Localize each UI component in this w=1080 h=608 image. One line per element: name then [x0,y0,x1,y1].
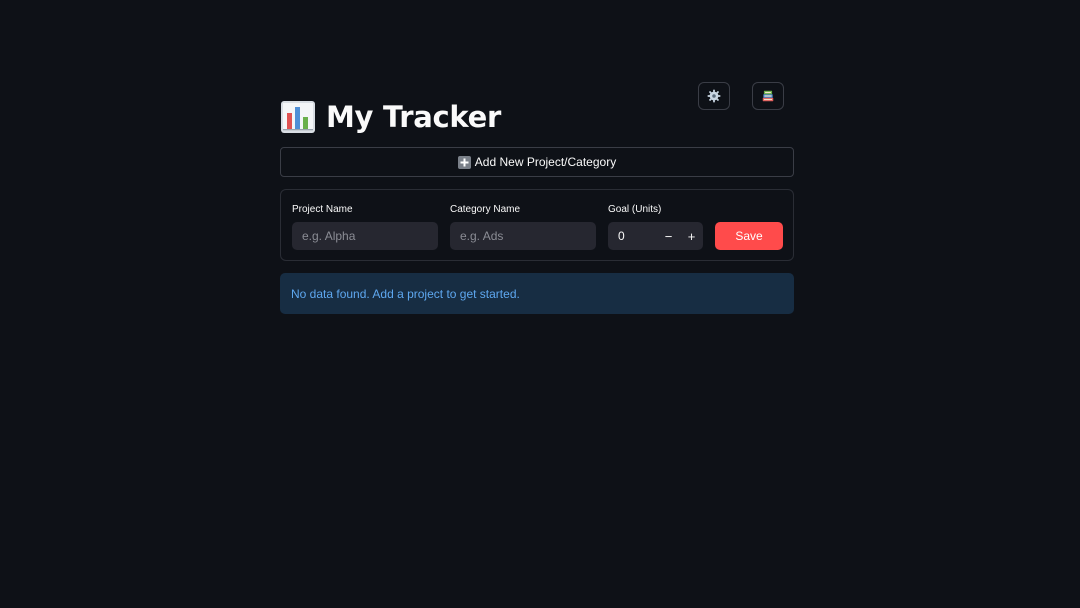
add-project-label: Add New Project/Category [474,155,617,169]
settings-button[interactable] [698,82,730,110]
page-title: My Tracker [280,96,501,138]
increment-button[interactable]: + [680,222,703,250]
title-text: My Tracker [326,100,501,134]
plus-icon [457,155,471,169]
docs-button[interactable] [752,82,784,110]
project-name-label: Project Name [292,204,353,215]
category-name-label: Category Name [450,204,521,215]
books-icon [761,89,775,103]
goal-label: Goal (Units) [608,204,662,215]
bar-chart-emoji-icon [280,99,316,135]
goal-stepper: 0 − + [608,222,703,250]
info-message: No data found. Add a project to get star… [291,286,520,301]
project-form: Project Name Category Name Goal (Units) … [280,189,794,261]
decrement-button[interactable]: − [657,222,680,250]
goal-input[interactable]: 0 [608,229,657,243]
add-project-button[interactable]: Add New Project/Category [280,147,794,177]
gear-icon [707,89,721,103]
app-page: My Tracker Add New Project/Category Proj… [0,0,1080,608]
category-name-input[interactable] [450,222,596,250]
save-button[interactable]: Save [715,222,783,250]
project-name-input[interactable] [292,222,438,250]
info-alert: No data found. Add a project to get star… [280,273,794,314]
